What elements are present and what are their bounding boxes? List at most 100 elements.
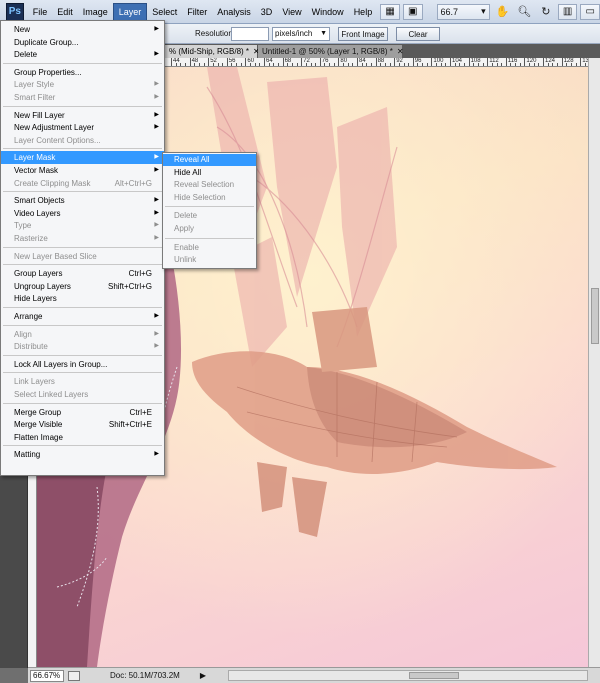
status-menu-arrow-icon[interactable]: ▶ [200,671,206,680]
menu-item-delete[interactable]: Delete ▶ [1,48,164,61]
ruler-label: 108 [470,58,481,64]
menu-select[interactable]: Select [147,4,182,20]
tab-untitled-1[interactable]: Untitled-1 @ 50% (Layer 1, RGB/8) * ✕ [258,45,404,58]
zoom-level-select[interactable]: 66.7 ▾ [436,3,490,20]
menu-filter[interactable]: Filter [182,4,212,20]
menu-item-ungroup-layers[interactable]: Ungroup Layers Shift+Ctrl+G [1,280,164,293]
menu-edit[interactable]: Edit [52,4,78,20]
ruler-tick [301,58,303,66]
zoom-percent-field[interactable]: 66.67% [30,669,64,682]
zoom-level-value: 66.7 [440,6,459,17]
submenu-item-reveal-all[interactable]: Reveal All [163,154,256,166]
ruler-minor-tick [231,63,233,66]
resolution-input[interactable] [231,27,269,41]
menu-item-link-layers: Link Layers [1,375,164,388]
ruler-minor-tick [366,63,368,66]
close-icon[interactable]: ✕ [397,45,404,58]
menu-file[interactable]: File [28,4,53,20]
ruler-tick [357,58,358,66]
clear-button[interactable]: Clear [396,27,440,41]
vertical-scroll-thumb[interactable] [591,288,599,344]
arrange-icon[interactable]: ▥ [557,3,578,20]
menu-item-rasterize: Rasterize ▶ [1,232,164,245]
menu-item-layer-mask[interactable]: Layer Mask ▶ [1,151,164,165]
submenu-item-unlink: Unlink [174,255,197,265]
ruler-tick [245,58,247,66]
menu-item-new-adjustment-layer[interactable]: New Adjustment Layer ▶ [1,121,164,134]
ruler-minor-tick [361,63,363,66]
ruler-minor-tick [305,63,307,66]
tab-mid-ship[interactable]: % (Mid-Ship, RGB/8) * ✕ [165,45,260,58]
zoom-icon[interactable]: 🔍︎ [515,4,533,20]
hand-icon[interactable]: ✋ [494,4,512,20]
screen-layout-icon[interactable]: ▣ [402,3,423,20]
resolution-unit-select[interactable]: pixels/inch ▼ [272,27,330,41]
menu-item-label: Merge Visible [14,420,63,430]
menu-help[interactable]: Help [349,4,378,20]
menu-item-label: Arrange [14,312,43,321]
submenu-item-delete: Delete [174,211,198,221]
ruler-minor-tick [180,63,182,66]
document-info-icon[interactable] [68,670,80,681]
menu-item-lock-all-layers-in-group[interactable]: Lock All Layers in Group... [1,358,164,371]
menu-separator [3,324,162,326]
menu-3d[interactable]: 3D [256,4,278,20]
screen-mode-icon[interactable]: ▭ [580,3,600,20]
photoshop-logo: Ps [6,2,24,21]
menu-item-group-properties[interactable]: Group Properties... [1,66,164,79]
horizontal-scroll-thumb[interactable] [409,672,459,679]
ruler-minor-tick [203,63,205,66]
ruler-minor-tick [496,63,498,66]
submenu-arrow-icon: ▶ [154,451,159,458]
vertical-scrollbar[interactable] [588,58,600,667]
front-image-button[interactable]: Front Image [338,27,388,41]
ruler-minor-tick [403,63,405,66]
menu-view[interactable]: View [277,4,306,20]
menu-item-new[interactable]: New ▶ [1,23,164,36]
menu-item-duplicate-group[interactable]: Duplicate Group... [1,36,164,49]
menu-item-shortcut: Alt+Ctrl+G [114,178,152,188]
menu-item-label: Group Layers [14,269,63,279]
ruler-minor-tick [217,63,219,66]
menu-item-merge-visible[interactable]: Merge Visible Shift+Ctrl+E [1,418,164,431]
submenu-item-hide-all[interactable]: Hide All [163,167,256,179]
menu-window[interactable]: Window [307,4,349,20]
menu-item-arrange[interactable]: Arrange ▶ [1,310,164,323]
menu-item-video-layers[interactable]: Video Layers ▶ [1,207,164,220]
ruler-minor-tick [273,63,275,66]
menu-item-label: Select Linked Layers [14,390,89,399]
menu-separator [3,105,162,107]
menu-item-hide-layers[interactable]: Hide Layers [1,292,164,305]
menu-item-merge-group[interactable]: Merge Group Ctrl+E [1,406,164,419]
menu-item-new-fill-layer[interactable]: New Fill Layer ▶ [1,109,164,122]
menu-item-label: New [14,25,31,34]
menu-item-group-layers[interactable]: Group Layers Ctrl+G [1,267,164,280]
grid-icon[interactable]: ▦ [380,3,400,20]
ruler-minor-tick [333,63,335,66]
horizontal-scrollbar[interactable] [228,670,588,681]
menu-item-vector-mask[interactable]: Vector Mask ▶ [1,164,164,177]
ruler-minor-tick [417,63,419,66]
ruler-minor-tick [408,63,410,66]
menu-layer[interactable]: Layer [112,2,148,21]
ruler-tick [505,58,507,66]
menu-item-flatten-image[interactable]: Flatten Image [1,431,164,444]
menu-item-smart-objects[interactable]: Smart Objects ▶ [1,194,164,207]
menu-separator [3,354,162,356]
rotate-icon[interactable]: ↻ [537,4,555,20]
ruler-minor-tick [352,63,354,66]
menu-item-shortcut: Ctrl+G [128,269,152,279]
menu-item-create-clipping-mask: Create Clipping Mask Alt+Ctrl+G [1,177,164,190]
ruler-tick [264,58,265,66]
menu-separator [3,246,162,248]
menu-item-label: Layer Style [14,80,55,90]
ruler-minor-tick [426,63,428,66]
menu-analysis[interactable]: Analysis [212,4,256,20]
menu-image[interactable]: Image [78,4,113,20]
ruler-minor-tick [436,63,438,66]
menu-item-label: Type [14,221,32,231]
ruler-minor-tick [584,63,586,66]
menu-item-matting[interactable]: Matting ▶ [1,448,164,461]
ruler-tick [282,58,284,66]
ruler-tick [561,58,563,66]
